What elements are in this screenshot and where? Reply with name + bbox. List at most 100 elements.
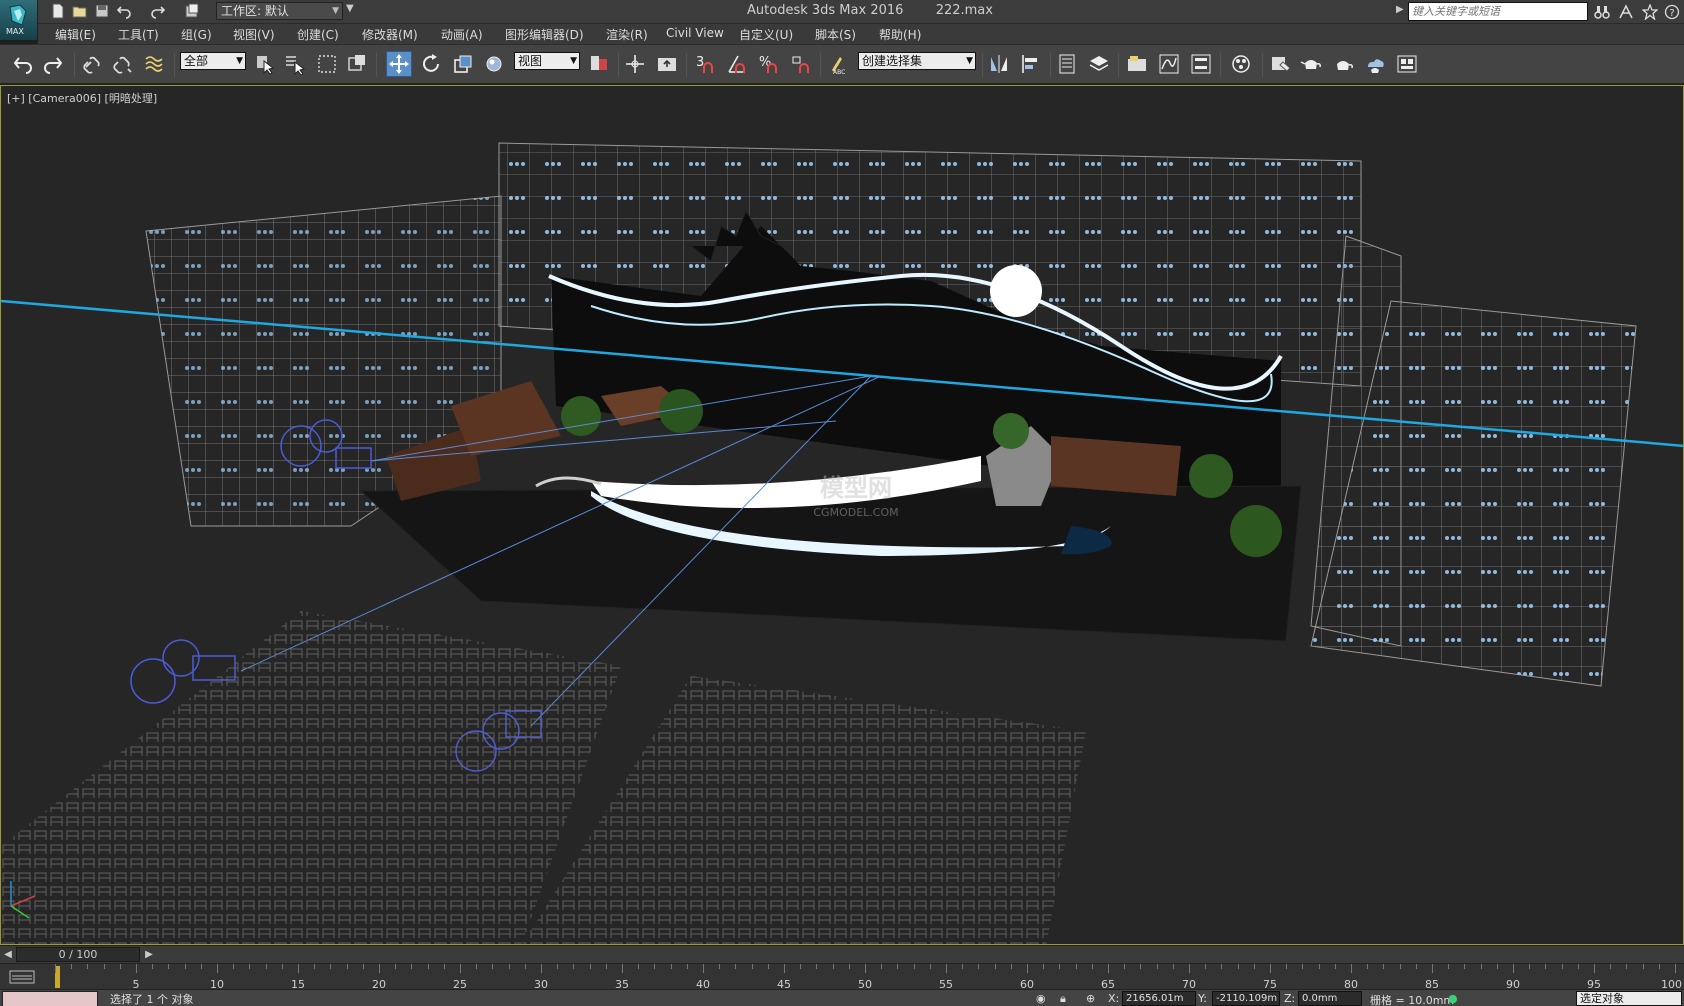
menu-scripting[interactable]: 脚本(S) [815,26,856,43]
open-mini-curve-editor-icon[interactable] [8,968,38,986]
time-slider-thumb[interactable]: 0 / 100 [16,947,140,962]
undo-icon[interactable] [116,3,132,19]
workspace-select-value: 工作区: 默认 [221,4,289,18]
selection-filter-dropdown[interactable]: 全部 ▼ [180,52,246,70]
toggle-layer-explorer-button[interactable] [1086,51,1112,77]
absolute-transform-icon[interactable]: ⊕ [1086,992,1095,1005]
communication-center-icon[interactable] [1618,4,1634,20]
curve-editor-button[interactable] [1156,51,1182,77]
spinner-snap-button[interactable] [788,51,814,77]
select-and-move-button[interactable] [386,51,412,77]
keyboard-shortcut-override-button[interactable] [654,51,680,77]
y-coordinate-field[interactable]: -2110.109m [1212,991,1280,1006]
select-by-name-button[interactable] [282,51,308,77]
favorites-star-icon[interactable] [1641,3,1659,21]
mirror-button[interactable] [986,51,1012,77]
open-folder-icon[interactable] [72,3,88,19]
select-and-link-button[interactable] [80,51,106,77]
timeline-tick [362,964,364,969]
time-slider[interactable]: ◀ 0 / 100 ▶ [0,945,1684,963]
right-truss-tower[interactable] [1310,235,1637,687]
edit-named-selection-button[interactable]: ABC [826,51,852,77]
menu-group[interactable]: 组(G) [181,26,212,43]
unlink-selection-button[interactable] [110,51,136,77]
timeline-tick [314,964,316,969]
toolbar-separator [174,53,175,77]
next-frame-icon[interactable]: ▶ [142,947,156,962]
timeline-tick [87,964,89,969]
named-selection-value: 创建选择集 [862,54,923,68]
material-editor-button[interactable] [1228,51,1254,77]
customize-quick-access-icon[interactable]: ▼ [346,3,362,19]
menu-views[interactable]: 视图(V) [233,26,275,43]
mirror-icon [991,55,1007,73]
percent-snap-button[interactable]: % [756,51,782,77]
audience-seats-left[interactable] [1,611,621,945]
menu-modifiers[interactable]: 修改器(M) [362,26,418,43]
toggle-scene-explorer-button[interactable] [1054,51,1080,77]
select-and-rotate-button[interactable] [418,51,444,77]
track-bar[interactable]: 5 10 15 20 25 30 35 40 45 50 55 60 65 70 75 80 85 90 95 100 [0,963,1684,991]
a360-gallery-button[interactable] [1394,51,1420,77]
key-filter-dropdown[interactable]: 选定对象 [1576,991,1682,1006]
help-icon[interactable]: ? [1664,4,1680,20]
named-selection-dropdown[interactable]: 创建选择集 ▼ [858,52,976,70]
render-setup-button[interactable] [1268,51,1294,77]
select-object-button[interactable] [252,51,278,77]
redo-icon[interactable] [150,3,166,19]
reference-coordinate-dropdown[interactable]: 视图 ▼ [514,52,580,70]
timeline-tick [1156,964,1158,969]
menu-create[interactable]: 创建(C) [297,26,339,43]
pivot-center-button[interactable] [586,51,612,77]
previous-frame-icon[interactable]: ◀ [1,947,15,962]
menu-help[interactable]: 帮助(H) [879,26,921,43]
align-button[interactable] [1018,51,1044,77]
render-production-button[interactable] [1330,51,1356,77]
menu-edit[interactable]: 编辑(E) [55,26,96,43]
menu-graph-editors[interactable]: 图形编辑器(D) [505,26,584,43]
select-and-scale-button[interactable] [450,51,476,77]
select-manipulate-button[interactable] [622,51,648,77]
toolbar-separator [1050,53,1051,77]
save-icon[interactable] [94,3,110,19]
undo-button[interactable] [10,51,36,77]
schematic-view-button[interactable] [1188,51,1214,77]
y-coordinate-label: Y: [1198,992,1207,1005]
menu-animation[interactable]: 动画(A) [441,26,483,43]
angle-snap-button[interactable] [724,51,750,77]
menu-tools[interactable]: 工具(T) [118,26,159,43]
workspace-select[interactable]: 工作区: 默认 ▼ [216,2,343,20]
search-input[interactable]: 键入关键字或短语 [1408,2,1588,21]
timeline-tick [1140,964,1142,969]
rectangular-selection-button[interactable] [314,51,340,77]
project-folder-icon[interactable] [184,3,200,19]
audience-seats-right[interactable] [521,676,1086,945]
isolate-selection-icon[interactable]: ◉ [1036,992,1046,1005]
viewport-label[interactable]: [+] [Camera006] [明暗处理] [7,90,157,106]
new-file-icon[interactable] [50,3,66,19]
menu-customize[interactable]: 自定义(U) [739,26,793,43]
maxscript-listener-swatch[interactable] [2,991,98,1006]
app-menu-button[interactable]: MAX [0,0,38,40]
toggle-ribbon-button[interactable] [1124,51,1150,77]
window-crossing-button[interactable] [344,51,370,77]
snaps-toggle-button[interactable]: 3 [692,51,718,77]
rendered-frame-window-button[interactable] [1298,51,1324,77]
menu-civil-view[interactable]: Civil View [666,26,724,40]
z-coordinate-field[interactable]: 0.0mm [1298,991,1362,1006]
scene-canvas[interactable]: 模型网 CGMODEL.COM [1,86,1684,945]
viewport-camera006[interactable]: 模型网 CGMODEL.COM [+] [Camera006] [明暗处理] [0,85,1684,945]
bind-to-space-warp-button[interactable] [142,51,168,77]
binoculars-icon[interactable] [1594,4,1610,20]
select-and-place-button[interactable] [482,51,508,77]
redo-button[interactable] [40,51,66,77]
render-in-cloud-button[interactable] [1362,51,1388,77]
timeline-tick [1043,964,1045,969]
lock-selection-icon[interactable]: 🔒︎ [1060,992,1066,1006]
timeline-tick [703,964,704,973]
timeline-tick [1270,964,1271,973]
x-coordinate-field[interactable]: 21656.01m [1122,991,1196,1006]
auto-key-icon[interactable]: ● [1448,992,1458,1005]
named-selection-icon: ABC [832,57,845,75]
menu-rendering[interactable]: 渲染(R) [606,26,648,43]
